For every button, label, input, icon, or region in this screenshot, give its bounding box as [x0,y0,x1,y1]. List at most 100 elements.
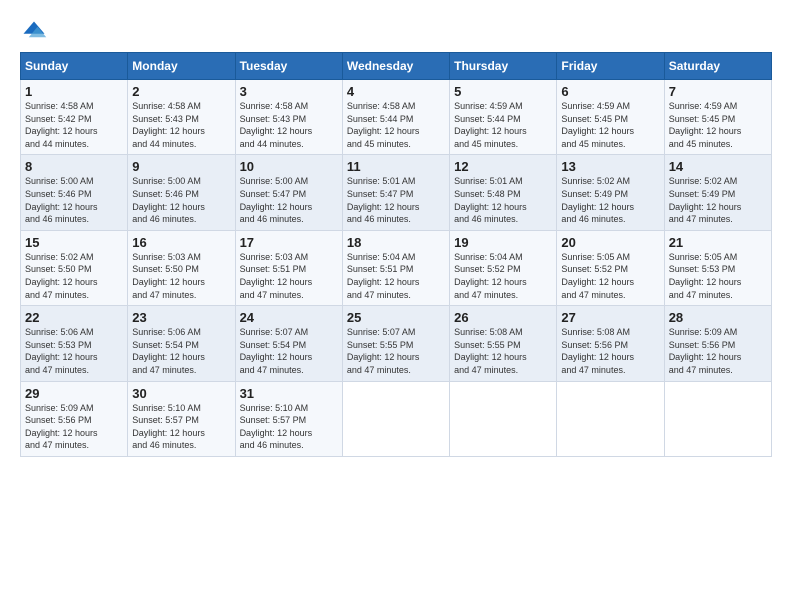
day-cell: 4Sunrise: 4:58 AMSunset: 5:44 PMDaylight… [342,80,449,155]
day-cell: 13Sunrise: 5:02 AMSunset: 5:49 PMDayligh… [557,155,664,230]
day-number: 7 [669,84,767,99]
day-info: Sunrise: 5:02 AMSunset: 5:50 PMDaylight:… [25,251,123,301]
logo-icon [20,18,48,46]
day-number: 29 [25,386,123,401]
day-cell: 8Sunrise: 5:00 AMSunset: 5:46 PMDaylight… [21,155,128,230]
day-cell: 28Sunrise: 5:09 AMSunset: 5:56 PMDayligh… [664,306,771,381]
day-cell: 16Sunrise: 5:03 AMSunset: 5:50 PMDayligh… [128,230,235,305]
logo [20,18,52,46]
col-header-saturday: Saturday [664,53,771,80]
day-info: Sunrise: 5:08 AMSunset: 5:56 PMDaylight:… [561,326,659,376]
header-row: SundayMondayTuesdayWednesdayThursdayFrid… [21,53,772,80]
day-cell: 21Sunrise: 5:05 AMSunset: 5:53 PMDayligh… [664,230,771,305]
day-info: Sunrise: 4:59 AMSunset: 5:44 PMDaylight:… [454,100,552,150]
day-number: 30 [132,386,230,401]
day-number: 19 [454,235,552,250]
col-header-sunday: Sunday [21,53,128,80]
day-number: 3 [240,84,338,99]
day-number: 24 [240,310,338,325]
day-cell: 11Sunrise: 5:01 AMSunset: 5:47 PMDayligh… [342,155,449,230]
day-cell: 3Sunrise: 4:58 AMSunset: 5:43 PMDaylight… [235,80,342,155]
day-cell [664,381,771,456]
day-info: Sunrise: 4:59 AMSunset: 5:45 PMDaylight:… [669,100,767,150]
day-cell: 18Sunrise: 5:04 AMSunset: 5:51 PMDayligh… [342,230,449,305]
day-number: 20 [561,235,659,250]
calendar-table: SundayMondayTuesdayWednesdayThursdayFrid… [20,52,772,457]
day-number: 1 [25,84,123,99]
day-cell [450,381,557,456]
day-cell: 23Sunrise: 5:06 AMSunset: 5:54 PMDayligh… [128,306,235,381]
week-row-4: 22Sunrise: 5:06 AMSunset: 5:53 PMDayligh… [21,306,772,381]
day-number: 8 [25,159,123,174]
day-info: Sunrise: 5:07 AMSunset: 5:55 PMDaylight:… [347,326,445,376]
day-cell [342,381,449,456]
day-cell: 30Sunrise: 5:10 AMSunset: 5:57 PMDayligh… [128,381,235,456]
col-header-tuesday: Tuesday [235,53,342,80]
col-header-monday: Monday [128,53,235,80]
day-info: Sunrise: 5:03 AMSunset: 5:51 PMDaylight:… [240,251,338,301]
day-info: Sunrise: 5:10 AMSunset: 5:57 PMDaylight:… [132,402,230,452]
day-number: 10 [240,159,338,174]
day-number: 6 [561,84,659,99]
day-number: 31 [240,386,338,401]
day-cell: 20Sunrise: 5:05 AMSunset: 5:52 PMDayligh… [557,230,664,305]
day-info: Sunrise: 5:09 AMSunset: 5:56 PMDaylight:… [25,402,123,452]
day-info: Sunrise: 5:05 AMSunset: 5:53 PMDaylight:… [669,251,767,301]
page: SundayMondayTuesdayWednesdayThursdayFrid… [0,0,792,612]
day-cell: 17Sunrise: 5:03 AMSunset: 5:51 PMDayligh… [235,230,342,305]
day-info: Sunrise: 4:58 AMSunset: 5:42 PMDaylight:… [25,100,123,150]
day-info: Sunrise: 5:07 AMSunset: 5:54 PMDaylight:… [240,326,338,376]
day-number: 5 [454,84,552,99]
day-number: 21 [669,235,767,250]
day-number: 22 [25,310,123,325]
week-row-2: 8Sunrise: 5:00 AMSunset: 5:46 PMDaylight… [21,155,772,230]
day-cell [557,381,664,456]
day-cell: 10Sunrise: 5:00 AMSunset: 5:47 PMDayligh… [235,155,342,230]
week-row-3: 15Sunrise: 5:02 AMSunset: 5:50 PMDayligh… [21,230,772,305]
day-number: 23 [132,310,230,325]
day-number: 15 [25,235,123,250]
day-number: 14 [669,159,767,174]
day-number: 2 [132,84,230,99]
day-info: Sunrise: 4:58 AMSunset: 5:43 PMDaylight:… [132,100,230,150]
day-number: 12 [454,159,552,174]
day-cell: 2Sunrise: 4:58 AMSunset: 5:43 PMDaylight… [128,80,235,155]
week-row-1: 1Sunrise: 4:58 AMSunset: 5:42 PMDaylight… [21,80,772,155]
day-cell: 25Sunrise: 5:07 AMSunset: 5:55 PMDayligh… [342,306,449,381]
day-cell: 26Sunrise: 5:08 AMSunset: 5:55 PMDayligh… [450,306,557,381]
day-number: 27 [561,310,659,325]
day-info: Sunrise: 5:06 AMSunset: 5:53 PMDaylight:… [25,326,123,376]
day-cell: 9Sunrise: 5:00 AMSunset: 5:46 PMDaylight… [128,155,235,230]
day-cell: 1Sunrise: 4:58 AMSunset: 5:42 PMDaylight… [21,80,128,155]
day-number: 13 [561,159,659,174]
day-cell: 31Sunrise: 5:10 AMSunset: 5:57 PMDayligh… [235,381,342,456]
col-header-friday: Friday [557,53,664,80]
day-number: 4 [347,84,445,99]
day-cell: 12Sunrise: 5:01 AMSunset: 5:48 PMDayligh… [450,155,557,230]
day-cell: 14Sunrise: 5:02 AMSunset: 5:49 PMDayligh… [664,155,771,230]
day-info: Sunrise: 4:59 AMSunset: 5:45 PMDaylight:… [561,100,659,150]
day-info: Sunrise: 5:09 AMSunset: 5:56 PMDaylight:… [669,326,767,376]
day-info: Sunrise: 5:06 AMSunset: 5:54 PMDaylight:… [132,326,230,376]
day-info: Sunrise: 5:02 AMSunset: 5:49 PMDaylight:… [669,175,767,225]
day-info: Sunrise: 5:03 AMSunset: 5:50 PMDaylight:… [132,251,230,301]
day-info: Sunrise: 5:00 AMSunset: 5:47 PMDaylight:… [240,175,338,225]
col-header-thursday: Thursday [450,53,557,80]
day-cell: 19Sunrise: 5:04 AMSunset: 5:52 PMDayligh… [450,230,557,305]
day-cell: 24Sunrise: 5:07 AMSunset: 5:54 PMDayligh… [235,306,342,381]
day-cell: 15Sunrise: 5:02 AMSunset: 5:50 PMDayligh… [21,230,128,305]
day-cell: 7Sunrise: 4:59 AMSunset: 5:45 PMDaylight… [664,80,771,155]
day-info: Sunrise: 5:05 AMSunset: 5:52 PMDaylight:… [561,251,659,301]
day-info: Sunrise: 5:01 AMSunset: 5:47 PMDaylight:… [347,175,445,225]
day-info: Sunrise: 5:01 AMSunset: 5:48 PMDaylight:… [454,175,552,225]
header [20,18,772,46]
day-number: 28 [669,310,767,325]
day-cell: 6Sunrise: 4:59 AMSunset: 5:45 PMDaylight… [557,80,664,155]
day-info: Sunrise: 5:00 AMSunset: 5:46 PMDaylight:… [25,175,123,225]
day-info: Sunrise: 5:08 AMSunset: 5:55 PMDaylight:… [454,326,552,376]
day-number: 17 [240,235,338,250]
day-info: Sunrise: 4:58 AMSunset: 5:44 PMDaylight:… [347,100,445,150]
day-cell: 22Sunrise: 5:06 AMSunset: 5:53 PMDayligh… [21,306,128,381]
day-number: 11 [347,159,445,174]
day-number: 16 [132,235,230,250]
